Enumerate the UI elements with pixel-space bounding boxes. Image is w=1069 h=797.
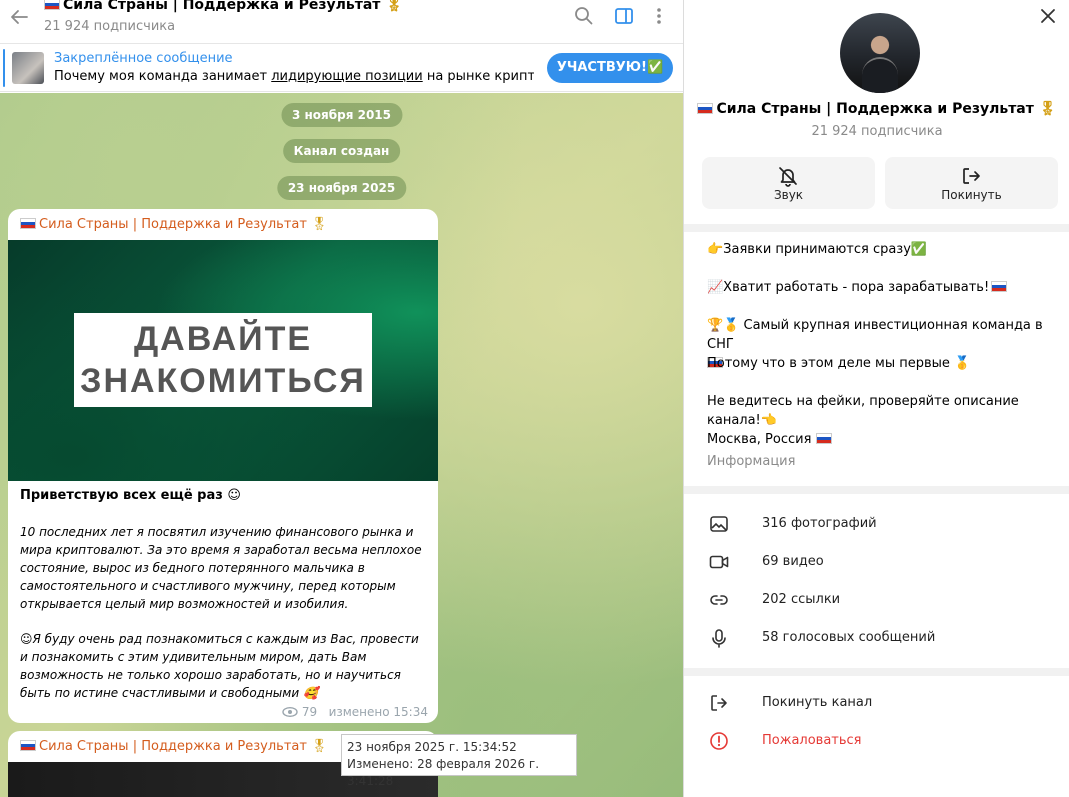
leave-label: Покинуть — [941, 188, 1002, 202]
pinned-indicator — [3, 49, 5, 87]
more-vertical-icon[interactable] — [649, 6, 669, 26]
photo-icon — [710, 516, 728, 532]
description-line: Не ведитесь на фейки, проверяйте описани… — [707, 394, 1019, 428]
pinned-text: Почему моя команда занимает лидирующие п… — [54, 69, 534, 84]
post-image-text-line2: ЗНАКОМИТЬСЯ — [80, 362, 366, 400]
message-author[interactable]: Сила Страны | Поддержка и Результат 🎖 — [20, 217, 328, 232]
media-section: 316 фотографий 69 видео 202 ссылки 58 го… — [684, 494, 1069, 668]
channel-subscribers: 21 924 подписчика — [811, 124, 943, 139]
join-button[interactable]: УЧАСТВУЮ!✅ — [547, 53, 673, 83]
chat-header: Сила Страны | Поддержка и Результат 🎖 21… — [0, 0, 683, 44]
channel-avatar[interactable] — [840, 13, 920, 93]
views-count: 79 — [301, 705, 318, 719]
date-tooltip: 23 ноября 2025 г. 15:34:52 Изменено: 28 … — [341, 734, 577, 788]
message-bubble[interactable]: Сила Страны | Поддержка и Результат 🎖 ДА… — [8, 209, 438, 723]
post-greeting: Приветствую всех ещё раз ☺ — [20, 488, 241, 503]
medal-icon: 🎖 — [311, 217, 328, 232]
channel-name: Сила Страны | Поддержка и Результат 🎖 — [684, 101, 1069, 117]
chat-subscribers: 21 924 подписчика — [44, 19, 176, 34]
russia-flag-icon — [697, 103, 714, 114]
description-location: Москва, Россия — [707, 430, 1057, 449]
chat-wallpaper: 3 ноября 2015 Канал создан 23 ноября 202… — [0, 93, 683, 797]
service-channel-created: Канал создан — [282, 139, 401, 163]
medal-icon: 🎖 — [1038, 101, 1057, 117]
sidebar-toggle-icon[interactable] — [614, 6, 634, 26]
russia-flag-icon — [991, 281, 1008, 292]
pinned-thumbnail — [12, 52, 44, 84]
channel-info-panel: Сила Страны | Поддержка и Результат 🎖 21… — [683, 0, 1069, 797]
russia-flag-icon — [815, 433, 832, 444]
description-line: Потому что в этом деле мы первые 🥇 — [707, 356, 971, 371]
description-label: Информация — [707, 454, 796, 469]
medal-icon: 🎖 — [311, 739, 328, 754]
post-paragraph: ☺Я буду очень рад познакомиться с каждым… — [20, 632, 419, 700]
edited-time: изменено 15:34 — [328, 705, 428, 719]
post-image-text-line1: ДАВАЙТЕ — [133, 320, 313, 358]
warning-circle-icon — [710, 732, 728, 750]
media-links[interactable]: 202 ссылки — [684, 581, 1069, 619]
bell-off-icon — [779, 167, 797, 187]
description-line: 👉Заявки принимаются сразу✅ — [707, 242, 928, 257]
chat-title[interactable]: Сила Страны | Поддержка и Результат 🎖 — [44, 0, 403, 13]
chat-area: 3 ноября 2015 Канал создан 23 ноября 202… — [0, 0, 683, 797]
search-icon[interactable] — [574, 6, 594, 26]
message-author[interactable]: Сила Страны | Поддержка и Результат 🎖 — [20, 739, 328, 754]
logout-icon — [711, 695, 727, 711]
views-eye-icon — [282, 706, 298, 718]
description-line: 📈Хватит работать - пора зарабатывать! — [707, 278, 1057, 297]
post-paragraph: 10 последних лет я посвятил изучению фин… — [20, 525, 422, 611]
panel-header-section: Сила Страны | Поддержка и Результат 🎖 21… — [684, 0, 1069, 224]
service-date: 3 ноября 2015 — [280, 103, 403, 127]
message-meta: 79 изменено 15:34 — [282, 705, 428, 719]
microphone-icon — [712, 629, 726, 648]
russia-flag-icon — [20, 218, 36, 229]
pinned-title: Закреплённое сообщение — [54, 51, 233, 66]
media-videos[interactable]: 69 видео — [684, 543, 1069, 581]
service-date: 23 ноября 2025 — [276, 176, 407, 200]
post-image[interactable]: ДАВАЙТЕ ЗНАКОМИТЬСЯ — [8, 240, 438, 481]
channel-description-section: 👉Заявки принимаются сразу✅ 📈Хватит работ… — [684, 232, 1069, 486]
link-icon — [710, 595, 728, 605]
mute-label: Звук — [773, 188, 804, 202]
channel-actions-section: Покинуть канал Пожаловаться — [684, 676, 1069, 797]
leave-button[interactable]: Покинуть — [885, 157, 1058, 209]
logout-icon — [963, 168, 980, 184]
media-photos[interactable]: 316 фотографий — [684, 505, 1069, 543]
close-icon[interactable] — [1039, 7, 1057, 25]
media-voice[interactable]: 58 голосовых сообщений — [684, 619, 1069, 657]
russia-flag-icon — [20, 740, 36, 751]
report-button[interactable]: Пожаловаться — [684, 722, 1069, 760]
tooltip-sent-date: 23 ноября 2025 г. 15:34:52 — [347, 740, 517, 754]
tooltip-edited-date: Изменено: 28 февраля 2026 г. 3:41:28 — [347, 757, 540, 788]
post-image-card: ДАВАЙТЕ ЗНАКОМИТЬСЯ — [74, 313, 372, 407]
russia-flag-icon — [44, 0, 60, 10]
leave-channel-button[interactable]: Покинуть канал — [684, 684, 1069, 722]
video-icon — [709, 555, 729, 569]
medal-icon: 🎖 — [385, 0, 404, 13]
mute-button[interactable]: Звук — [702, 157, 875, 209]
back-arrow-icon[interactable] — [8, 6, 30, 28]
